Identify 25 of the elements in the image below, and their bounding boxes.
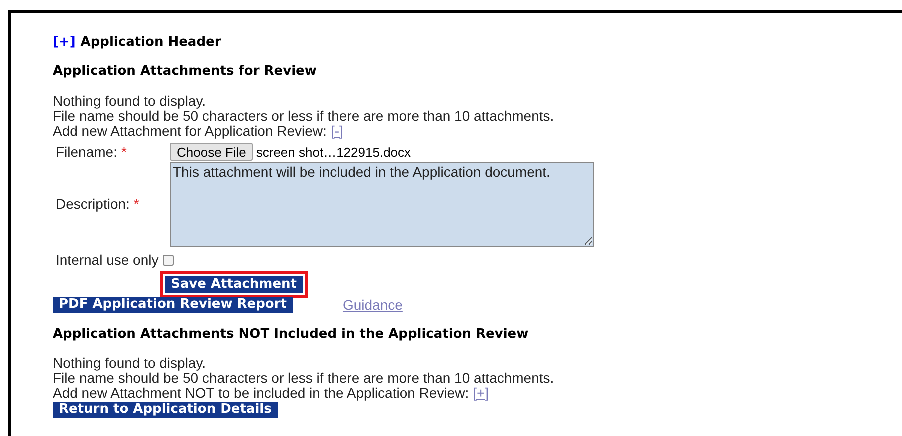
- section-title: Application Header: [80, 34, 222, 52]
- collapse-link[interactable]: [-]: [330, 124, 344, 139]
- section-title: Application Attachments for Review: [53, 63, 318, 81]
- info-text: Nothing found to display.: [53, 356, 208, 371]
- add-label: Add new Attachment NOT to be included in the Application Review:: [53, 386, 470, 401]
- file-name: screen shot…122915.docx: [256, 144, 412, 160]
- info-text: Nothing found to display.: [53, 94, 208, 109]
- return-button[interactable]: Return to Application Details: [53, 402, 278, 418]
- guidance-link[interactable]: Guidance: [342, 298, 403, 312]
- required-mark: *: [134, 197, 140, 212]
- info-text: File name should be 50 characters or less if there are more than 10 attachments.: [53, 371, 556, 386]
- description-field[interactable]: This attachment will be included in the Application document.: [170, 162, 594, 247]
- add-label: Add new Attachment for Application Review:: [53, 124, 327, 139]
- pdf-report-button[interactable]: PDF Application Review Report: [53, 297, 293, 313]
- required-mark: *: [121, 144, 127, 160]
- save-attachment-button[interactable]: Save Attachment: [165, 276, 304, 293]
- field-label: Filename:: [56, 144, 118, 160]
- choose-file-button[interactable]: Choose File: [170, 143, 254, 161]
- info-text: File name should be 50 characters or less if there are more than 10 attachments.: [53, 109, 556, 124]
- section-title: Application Attachments NOT Included in the Application Review: [53, 326, 530, 344]
- expand-link[interactable]: [+]: [53, 34, 76, 52]
- checkbox-label: Internal use only: [56, 253, 159, 268]
- field-label: Description:: [56, 197, 130, 212]
- internal-use-checkbox[interactable]: [162, 255, 174, 266]
- expand-link[interactable]: [+]: [473, 386, 490, 401]
